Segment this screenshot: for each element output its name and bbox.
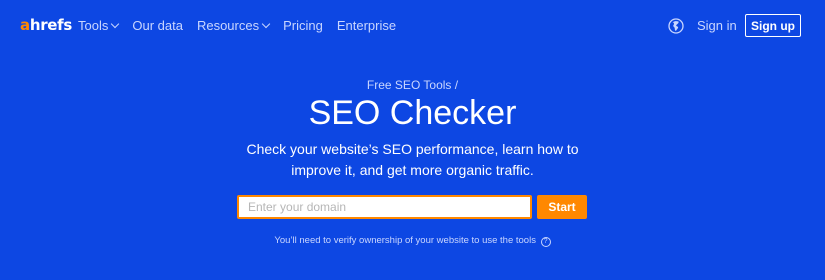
logo-accent-letter: a — [20, 16, 30, 34]
nav-item-label: Resources — [196, 18, 260, 33]
nav-item-label: Enterprise — [336, 18, 397, 33]
chevron-down-icon — [261, 19, 271, 29]
page-subtitle: Check your website’s SEO performance, le… — [0, 139, 825, 181]
top-header: ahrefs Tools Our data Resources Pricing … — [0, 0, 825, 52]
nav-item-pricing[interactable]: Pricing — [283, 18, 323, 34]
question-icon[interactable]: ? — [540, 237, 551, 247]
nav-item-label: Pricing — [283, 18, 323, 33]
start-button[interactable]: Start — [537, 195, 587, 219]
nav-item-enterprise[interactable]: Enterprise — [337, 18, 396, 34]
sign-in-link[interactable]: Sign in — [697, 18, 737, 34]
nav-item-tools[interactable]: Tools — [78, 18, 120, 34]
nav-item-label: Our data — [132, 18, 183, 33]
domain-search-form: Start — [237, 195, 587, 219]
ahrefs-logo[interactable]: ahrefs — [20, 16, 72, 34]
logo-text: hrefs — [29, 16, 73, 34]
subtitle-line: improve it, and get more organic traffic… — [291, 162, 534, 178]
globe-icon[interactable] — [668, 18, 684, 34]
domain-input[interactable] — [237, 195, 532, 219]
subtitle-line: Check your website’s SEO performance, le… — [246, 141, 579, 157]
main-nav: Tools Our data Resources Pricing Enterpr… — [78, 18, 410, 34]
verification-note-text: You’ll need to verify ownership of your … — [274, 235, 536, 246]
nav-item-resources[interactable]: Resources — [196, 18, 271, 34]
nav-item-our-data[interactable]: Our data — [132, 18, 183, 34]
breadcrumb[interactable]: Free SEO Tools / — [0, 78, 825, 92]
nav-item-label: Tools — [78, 18, 109, 33]
verification-note: You’ll need to verify ownership of your … — [0, 235, 825, 247]
sign-up-button[interactable]: Sign up — [745, 14, 801, 37]
page-title: SEO Checker — [308, 94, 517, 132]
chevron-down-icon — [111, 19, 120, 29]
